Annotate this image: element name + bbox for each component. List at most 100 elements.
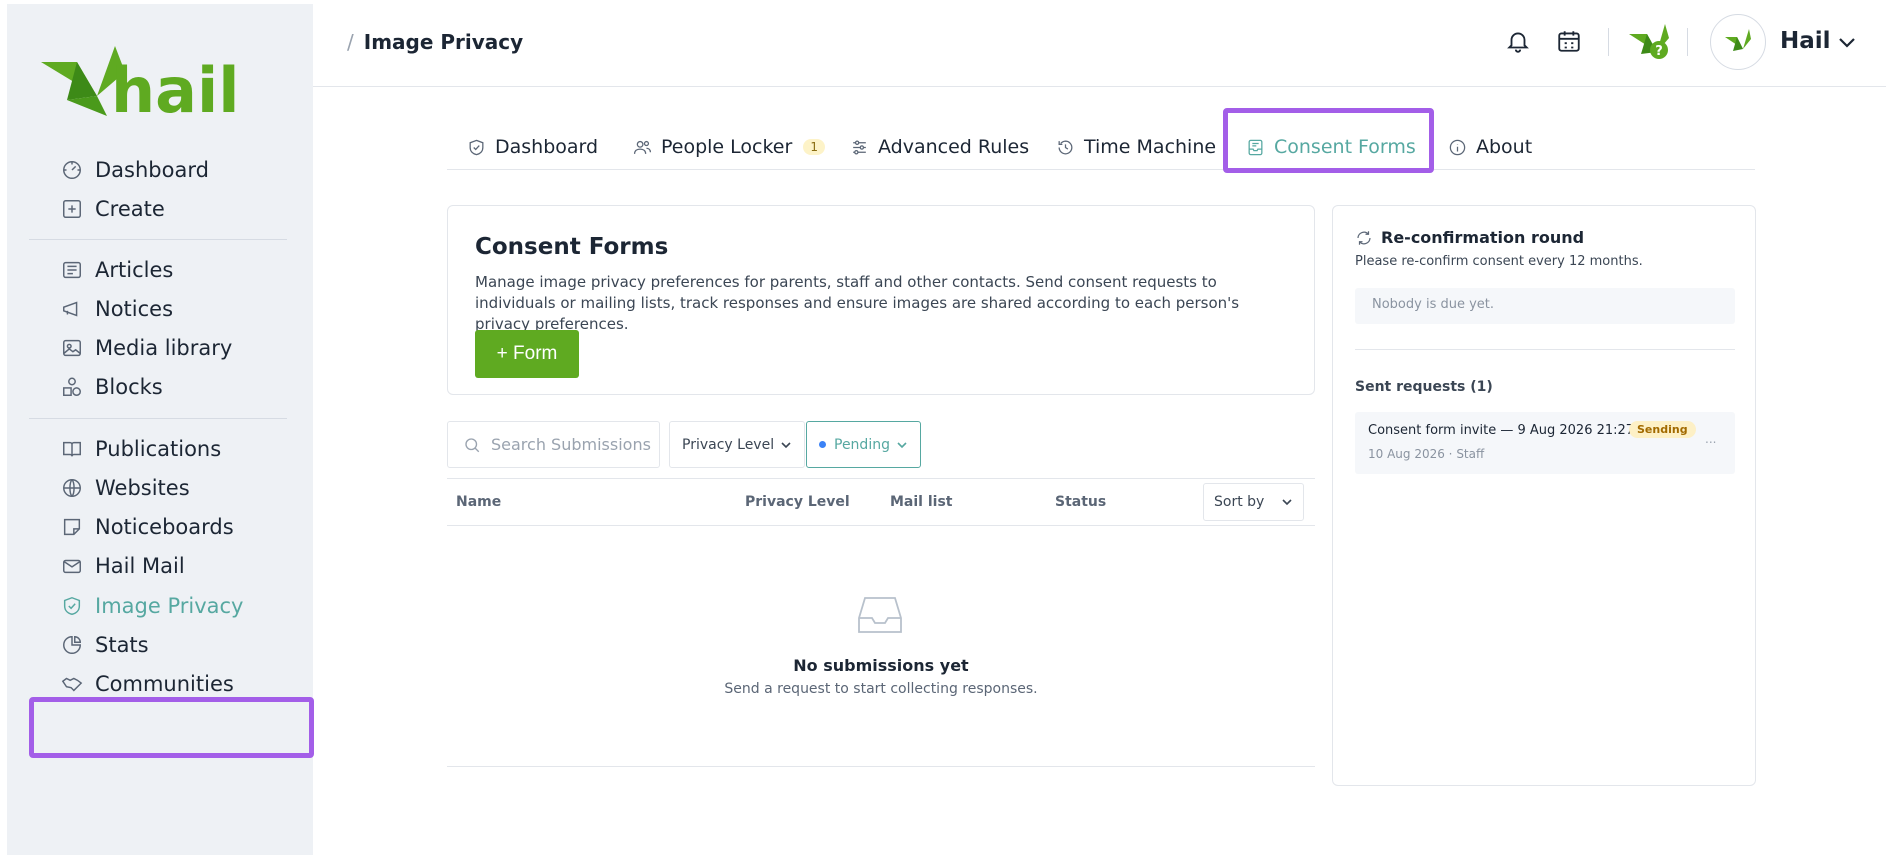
- topbar: / Image Privacy ? Hail: [313, 0, 1886, 87]
- sidebar-item-label: Websites: [95, 476, 190, 500]
- column-header-name[interactable]: Name: [456, 494, 501, 510]
- search-submissions[interactable]: [447, 421, 660, 468]
- sidebar-item-create[interactable]: Create: [61, 194, 165, 224]
- add-form-button[interactable]: + Form: [475, 330, 579, 378]
- logo-wordmark: hail: [111, 54, 239, 123]
- panel-divider: [1355, 349, 1735, 350]
- sent-requests-title: Sent requests (1): [1355, 379, 1493, 395]
- avatar[interactable]: [1710, 14, 1766, 70]
- info-icon: [1449, 139, 1466, 155]
- shield-check-icon: [469, 139, 484, 155]
- sidebar-divider: [29, 418, 287, 419]
- section-title: Consent Forms: [475, 234, 669, 260]
- tab-bar: Dashboard People Locker 1 Advanced Rules…: [447, 110, 1755, 170]
- empty-text: Send a request to start collecting respo…: [724, 681, 1038, 697]
- bell-icon[interactable]: [1502, 25, 1534, 57]
- breadcrumb: / Image Privacy: [347, 30, 523, 54]
- users-icon: [633, 140, 652, 154]
- sent-request-item[interactable]: Consent form invite — 9 Aug 2026 21:27 S…: [1355, 412, 1735, 474]
- tab-advanced-rules[interactable]: Advanced Rules: [850, 132, 1029, 162]
- help-logo-icon[interactable]: ?: [1627, 20, 1673, 66]
- megaphone-icon: [61, 298, 83, 320]
- privacy-level-filter[interactable]: Privacy Level: [669, 421, 806, 468]
- sidebar-item-publications[interactable]: Publications: [61, 434, 221, 464]
- sidebar-item-label: Noticeboards: [95, 515, 234, 539]
- request-meta: 10 Aug 2026 · Staff: [1368, 447, 1485, 461]
- inbox-icon: [857, 594, 903, 636]
- dashboard-icon: [61, 159, 83, 181]
- image-icon: [61, 337, 83, 359]
- sidebar-item-stats[interactable]: Stats: [61, 630, 149, 660]
- status-filter[interactable]: Pending: [806, 421, 921, 468]
- due-status: Nobody is due yet.: [1355, 288, 1735, 324]
- submissions-table-header: Name Privacy Level Mail list Status Sort…: [447, 478, 1315, 526]
- topbar-divider: [1608, 28, 1609, 56]
- consent-forms-card: Consent Forms Manage image privacy prefe…: [447, 205, 1315, 395]
- sidebar-item-label: Dashboard: [95, 158, 209, 182]
- chevron-down-icon: [897, 441, 907, 448]
- tab-dashboard[interactable]: Dashboard: [467, 132, 598, 162]
- sidebar-item-label: Articles: [95, 258, 174, 282]
- sidebar-item-label: Create: [95, 197, 165, 221]
- sidebar-item-label: Communities: [95, 672, 234, 696]
- sidebar-active-highlight: [29, 697, 314, 758]
- chevron-down-icon: [1282, 499, 1292, 506]
- pie-chart-icon: [61, 634, 83, 656]
- sidebar-divider: [29, 239, 287, 240]
- handshake-icon: [61, 673, 83, 695]
- sidebar-item-noticeboards[interactable]: Noticeboards: [61, 512, 234, 542]
- search-icon: [465, 437, 480, 452]
- reconfirmation-title: Re-confirmation round: [1355, 228, 1584, 247]
- user-name[interactable]: Hail: [1780, 28, 1831, 54]
- more-icon[interactable]: ...: [1705, 432, 1716, 446]
- sidebar-item-label: Image Privacy: [95, 594, 244, 618]
- tab-time-machine[interactable]: Time Machine: [1056, 132, 1216, 162]
- globe-icon: [61, 477, 83, 499]
- tab-label: About: [1476, 136, 1533, 158]
- chevron-down-icon: [781, 441, 791, 448]
- topbar-divider: [1687, 28, 1688, 56]
- mail-icon: [61, 555, 83, 577]
- sidebar-item-blocks[interactable]: Blocks: [61, 372, 163, 402]
- filter-label: Privacy Level: [682, 436, 775, 453]
- search-input[interactable]: [491, 435, 651, 454]
- sidebar-item-media-library[interactable]: Media library: [61, 333, 232, 363]
- chevron-down-icon[interactable]: [1835, 30, 1859, 58]
- column-header-mail-list[interactable]: Mail list: [890, 494, 952, 510]
- sidebar-item-articles[interactable]: Articles: [61, 255, 173, 285]
- sidebar-item-websites[interactable]: Websites: [61, 473, 190, 503]
- filter-label: Pending: [834, 436, 890, 453]
- request-title: Consent form invite — 9 Aug 2026 21:27: [1368, 423, 1635, 438]
- sidebar-item-communities[interactable]: Communities: [61, 669, 234, 699]
- count-badge: 1: [803, 139, 825, 155]
- column-header-privacy-level[interactable]: Privacy Level: [745, 494, 850, 510]
- tab-people-locker[interactable]: People Locker 1: [633, 132, 825, 162]
- section-description: Manage image privacy preferences for par…: [475, 273, 1240, 333]
- tab-label: Advanced Rules: [878, 136, 1030, 158]
- sticky-note-icon: [61, 516, 83, 538]
- tab-label: People Locker: [661, 136, 793, 158]
- hail-logo[interactable]: hail: [37, 38, 252, 127]
- page-title: Image Privacy: [363, 30, 524, 54]
- plus-square-icon: [61, 198, 83, 220]
- book-icon: [61, 438, 83, 460]
- empty-state: No submissions yet Send a request to sta…: [447, 526, 1315, 767]
- status-dot: [819, 441, 826, 448]
- app-root: hail Dashboard Create Articles Notices M…: [0, 0, 1886, 855]
- help-badge: ?: [1655, 44, 1663, 59]
- sidebar-item-label: Stats: [95, 633, 149, 657]
- tab-about[interactable]: About: [1448, 132, 1532, 162]
- reconfirmation-panel: Re-confirmation round Please re-confirm …: [1332, 205, 1756, 786]
- column-header-status[interactable]: Status: [1055, 494, 1106, 510]
- sidebar-item-dashboard[interactable]: Dashboard: [61, 155, 209, 185]
- sidebar-item-hail-mail[interactable]: Hail Mail: [61, 551, 185, 581]
- sort-label: Sort by: [1214, 494, 1265, 510]
- sort-by-select[interactable]: Sort by: [1203, 483, 1304, 521]
- calendar-icon[interactable]: [1553, 25, 1585, 57]
- sidebar-item-label: Media library: [95, 336, 233, 360]
- refresh-icon: [1357, 230, 1371, 245]
- sidebar-item-label: Blocks: [95, 375, 163, 399]
- sidebar-item-notices[interactable]: Notices: [61, 294, 173, 324]
- sidebar-item-image-privacy[interactable]: Image Privacy: [61, 591, 243, 621]
- reconfirmation-subtitle: Please re-confirm consent every 12 month…: [1355, 254, 1643, 269]
